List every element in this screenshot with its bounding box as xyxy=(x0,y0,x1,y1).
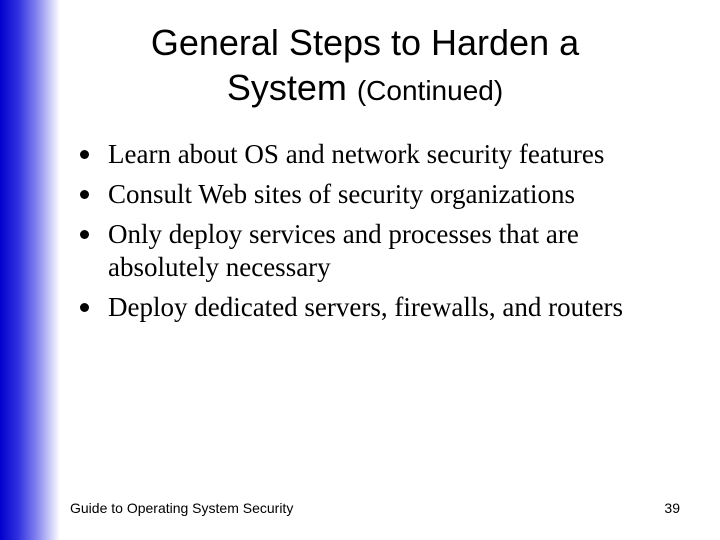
list-item: Only deploy services and processes that … xyxy=(80,218,680,286)
title-line-2-sub: (Continued) xyxy=(357,75,503,106)
title-line-1: General Steps to Harden a xyxy=(151,22,579,63)
title-line-2-main: System xyxy=(227,67,357,108)
slide-content: General Steps to Harden a System (Contin… xyxy=(0,0,720,540)
list-item: Consult Web sites of security organizati… xyxy=(80,178,680,212)
page-number: 39 xyxy=(664,500,680,516)
list-item: Deploy dedicated servers, firewalls, and… xyxy=(80,291,680,325)
slide-title: General Steps to Harden a System (Contin… xyxy=(50,20,680,110)
list-item: Learn about OS and network security feat… xyxy=(80,138,680,172)
bullet-list: Learn about OS and network security feat… xyxy=(70,138,680,325)
footer-text: Guide to Operating System Security xyxy=(70,500,293,516)
